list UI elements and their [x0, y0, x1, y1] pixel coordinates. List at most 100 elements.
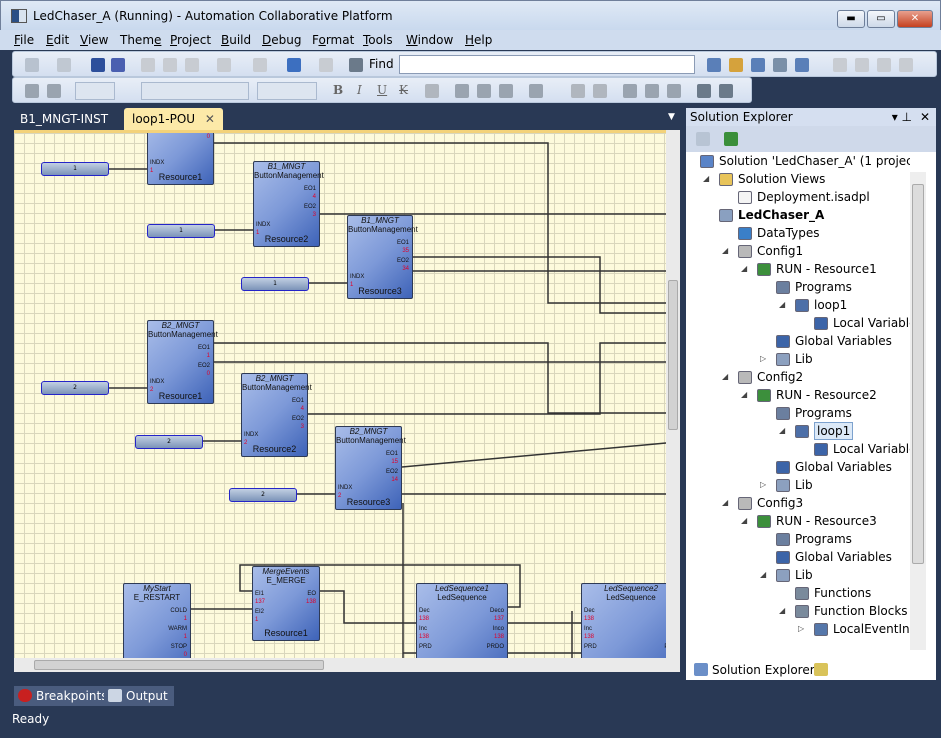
- constant-input[interactable]: 1: [41, 162, 109, 176]
- save-all-icon[interactable]: [111, 58, 125, 72]
- tree-item[interactable]: Local Variables: [688, 440, 910, 458]
- tool-icon-5[interactable]: [795, 58, 809, 72]
- connect-icon[interactable]: [645, 84, 659, 98]
- collapse-icon[interactable]: ◢: [741, 386, 751, 404]
- function-block[interactable]: LedSequence1 LedSequence Deco 137 Inco 138 PRD…: [416, 583, 508, 658]
- menu-build[interactable]: Build: [221, 33, 251, 47]
- function-block[interactable]: B2_MNGT ButtonManagement EO1 1 EO2 0 INDX 2 Reso…: [147, 320, 218, 404]
- tree-item[interactable]: ◢ Config1: [688, 242, 910, 260]
- expand-icon[interactable]: ▷: [798, 620, 808, 638]
- tree-item[interactable]: Deployment.isadpl: [688, 188, 910, 206]
- undo-icon[interactable]: [217, 58, 231, 72]
- menu-help[interactable]: Help: [465, 33, 492, 47]
- tool-icon-6[interactable]: [833, 58, 847, 72]
- close-tab-icon[interactable]: ✕: [205, 112, 215, 126]
- collapse-icon[interactable]: ◢: [741, 512, 751, 530]
- collapse-icon[interactable]: ◢: [741, 260, 751, 278]
- tree-item[interactable]: ◢ RUN - Resource3: [688, 512, 910, 530]
- underline-button[interactable]: U: [377, 83, 387, 97]
- align-center-icon[interactable]: [477, 84, 491, 98]
- expand-icon[interactable]: ▷: [760, 350, 770, 368]
- menu-view[interactable]: View: [80, 33, 108, 47]
- cut-icon[interactable]: [141, 58, 155, 72]
- close-panel-icon[interactable]: ✕: [920, 108, 930, 126]
- tool-icon-1[interactable]: [707, 58, 721, 72]
- tree-item[interactable]: ◢ Function Blocks: [688, 602, 910, 620]
- pen-icon[interactable]: [571, 84, 585, 98]
- bold-button[interactable]: B: [333, 83, 343, 97]
- font-color-icon[interactable]: [425, 84, 439, 98]
- style-combo[interactable]: [75, 82, 115, 100]
- navigate-icon[interactable]: [287, 58, 301, 72]
- collapse-icon[interactable]: ◢: [722, 368, 732, 386]
- italic-button[interactable]: I: [357, 83, 362, 97]
- tab-dropdown-icon[interactable]: ▼: [668, 112, 675, 122]
- font-combo[interactable]: [141, 82, 249, 100]
- align-left-icon[interactable]: [455, 84, 469, 98]
- tab-loop1-pou[interactable]: loop1-POU ✕: [124, 108, 223, 130]
- connection-wire[interactable]: [413, 256, 666, 314]
- tree-item[interactable]: ◢ Lib: [688, 566, 910, 584]
- menu-format[interactable]: Format: [312, 33, 354, 47]
- connection-wire[interactable]: [308, 342, 666, 415]
- redo-icon[interactable]: [253, 58, 267, 72]
- strikethrough-button[interactable]: K: [399, 83, 408, 97]
- constant-input[interactable]: 2: [229, 488, 297, 502]
- function-block[interactable]: MyStart E_RESTART COLD 1 WARM 1 STOP 0: [123, 583, 191, 658]
- function-block[interactable]: MergeEvents E_MERGE EO 138 EI1 137 EI2 1 Resourc…: [252, 566, 320, 641]
- navigate-forward-icon[interactable]: [319, 58, 333, 72]
- collapse-icon[interactable]: ◢: [779, 602, 789, 620]
- tree-item[interactable]: Local Variables: [688, 314, 910, 332]
- tree-item[interactable]: ◢ Solution Views: [688, 170, 910, 188]
- tab-solution-explorer[interactable]: Solution Explorer: [690, 660, 821, 680]
- find-input[interactable]: [399, 55, 695, 74]
- diagram-canvas[interactable]: EO20INDX1Resource1 B1_MNGTButtonManagemen…: [14, 130, 666, 658]
- maximize-button[interactable]: ▭: [867, 10, 895, 28]
- add-item-icon[interactable]: [57, 58, 71, 72]
- link-icon[interactable]: [593, 84, 607, 98]
- tree-item[interactable]: ◢ RUN - Resource1: [688, 260, 910, 278]
- pin-icon[interactable]: ▾ ⊥: [892, 108, 912, 126]
- function-block[interactable]: B2_MNGT ButtonManagement EO1 4 EO2 3 INDX 2 Reso…: [241, 373, 312, 457]
- tree-item[interactable]: Global Variables: [688, 458, 910, 476]
- menu-project[interactable]: Project: [170, 33, 211, 47]
- tool-icon-7[interactable]: [855, 58, 869, 72]
- function-block[interactable]: B1_MNGT ButtonManagement EO1 35 EO2 34 INDX 1 Re…: [347, 215, 418, 299]
- save-icon[interactable]: [91, 58, 105, 72]
- tree-item[interactable]: ◢ Config3: [688, 494, 910, 512]
- tab-output[interactable]: Output: [104, 686, 174, 706]
- tab-properties[interactable]: Properties: [810, 660, 899, 680]
- tree-item[interactable]: DataTypes: [688, 224, 910, 242]
- collapse-icon[interactable]: ◢: [760, 566, 770, 584]
- collapse-icon[interactable]: ◢: [779, 422, 789, 440]
- function-block[interactable]: LedSequence2LedSequenceDec1In1PRDDec138I…: [581, 583, 666, 658]
- tool-icon-4[interactable]: [773, 58, 787, 72]
- arrange-icon[interactable]: [623, 84, 637, 98]
- tree-item[interactable]: ◢ loop1: [688, 296, 910, 314]
- size-combo[interactable]: [257, 82, 317, 100]
- refresh-icon[interactable]: [724, 132, 738, 146]
- tree-item[interactable]: Programs: [688, 278, 910, 296]
- tab-breakpoints[interactable]: Breakpoints: [14, 686, 114, 706]
- list-icon[interactable]: [529, 84, 543, 98]
- pointer-icon[interactable]: [719, 84, 733, 98]
- align-right-icon[interactable]: [499, 84, 513, 98]
- properties-icon[interactable]: [696, 132, 710, 146]
- scroll-thumb[interactable]: [34, 660, 324, 670]
- menu-window[interactable]: Window: [406, 33, 453, 47]
- collapse-icon[interactable]: ◢: [779, 296, 789, 314]
- tree-item[interactable]: Functions: [688, 584, 910, 602]
- constant-input[interactable]: 1: [241, 277, 309, 291]
- tool-icon-9[interactable]: [899, 58, 913, 72]
- menu-debug[interactable]: Debug: [262, 33, 301, 47]
- tree-item[interactable]: ▷ Lib: [688, 476, 910, 494]
- collapse-icon[interactable]: ◢: [703, 170, 713, 188]
- tree-item[interactable]: ◢ loop1: [688, 422, 910, 440]
- constant-input[interactable]: 1: [147, 224, 215, 238]
- tree-item[interactable]: ▷ Lib: [688, 350, 910, 368]
- collapse-icon[interactable]: ◢: [722, 242, 732, 260]
- function-block[interactable]: EO20INDX1Resource1: [147, 133, 214, 185]
- find-icon[interactable]: [349, 58, 363, 72]
- new-project-icon[interactable]: [25, 58, 39, 72]
- collapse-icon[interactable]: ◢: [722, 494, 732, 512]
